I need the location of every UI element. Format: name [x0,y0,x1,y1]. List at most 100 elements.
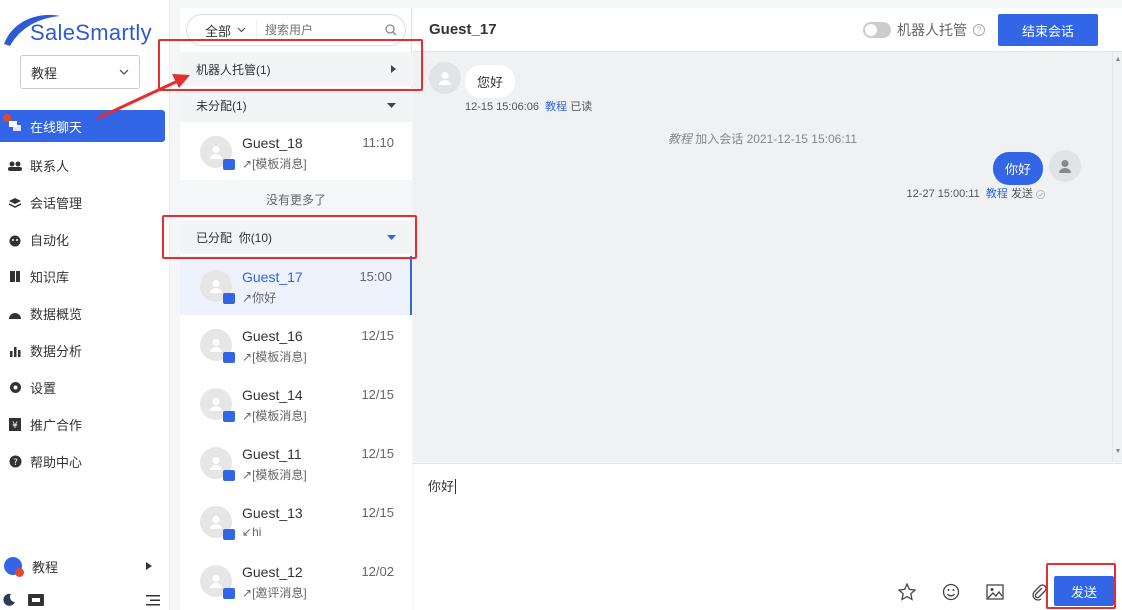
toggle-label: 机器人托管 [897,22,967,38]
nav-item-live-chat[interactable]: 在线聊天 [0,110,165,142]
nav-item-contacts[interactable]: 联系人 [0,147,170,184]
chat-channel-icon [223,352,235,363]
conversation-time: 12/02 [361,564,394,579]
direction-arrow-icon: ↗ [242,468,253,482]
end-session-button[interactable]: 结束会话 [998,14,1098,46]
conversation-preview: ↗[模板消息] [242,350,307,364]
nav-item-help[interactable]: ? 帮助中心 [0,443,170,480]
chat-header: Guest_17 机器人托管 ? 结束会话 [413,8,1122,52]
conversation-preview: ↙hi [242,525,262,539]
conversation-item[interactable]: Guest_13 12/15 ↙hi [180,492,412,551]
conversation-item[interactable]: Guest_14 12/15 ↗[模板消息] [180,374,412,433]
nav-item-session-mgmt[interactable]: 会话管理 [0,184,170,221]
scroll-up-icon[interactable]: ▲ [1114,56,1122,64]
svg-text:?: ? [13,458,18,468]
user-silhouette-icon [210,339,222,352]
filter-value: 全部 [205,23,232,39]
nav-item-knowledge[interactable]: 知识库 [0,258,170,295]
avatar [200,388,235,422]
user-silhouette-icon [439,72,451,85]
notification-dot [3,114,11,122]
bar-chart-icon [8,344,22,358]
avatar [200,270,235,304]
toggle-switch[interactable] [863,22,891,38]
outgoing-meta: 12-27 15:00:11 教程 发送 [907,185,1045,201]
search-input[interactable] [265,23,366,37]
conversation-preview: ↗[模板消息] [242,409,307,423]
logo[interactable]: SaleSmartly [2,10,167,50]
incoming-message: 您好 [465,65,516,98]
workspace-select[interactable]: 教程 [20,55,140,89]
scroll-down-icon[interactable]: ▼ [1114,448,1122,456]
nav-label: 在线聊天 [30,119,83,135]
workspace-value: 教程 [31,65,58,81]
chat-channel-icon [223,293,235,304]
star-icon[interactable] [897,582,917,602]
outgoing-message: 你好 [992,152,1043,185]
conversation-item[interactable]: Guest_11 12/15 ↗[模板消息] [180,433,412,492]
chevron-right-icon [146,562,152,570]
avatar [1049,150,1081,182]
chat-title: Guest_17 [429,21,497,38]
compose-area[interactable]: 你好 发送 [413,463,1122,610]
conversation-preview: ↗你好 [242,291,277,305]
nav-label: 自动化 [30,233,70,248]
bottom-toolbar [0,590,170,610]
svg-text:¥: ¥ [12,421,18,431]
nav-label: 会话管理 [30,196,83,211]
direction-arrow-icon: ↙ [242,525,253,539]
annotation-box-assigned-group [162,215,417,259]
nav-item-settings[interactable]: 设置 [0,369,170,406]
conversation-preview: ↗[邀评消息] [242,586,307,600]
filter-select[interactable]: 全部 [195,20,258,40]
message-area: 您好 12-15 15:06:06 教程 已读 教程 加入会话 2021-12-… [413,52,1112,462]
conversation-item[interactable]: Guest_12 12/02 ↗[邀评消息] [180,551,412,610]
layers-icon [8,196,22,210]
nav-item-automation[interactable]: 自动化 [0,221,170,258]
avatar [200,447,235,481]
avatar [200,506,235,540]
language-icon[interactable] [28,594,44,606]
chevron-down-icon [119,69,129,75]
nav-item-referral[interactable]: ¥ 推广合作 [0,406,170,443]
user-silhouette-icon [210,575,222,588]
conversation-item[interactable]: Guest_17 15:00 ↗你好 [180,256,412,315]
conversation-item[interactable]: Guest_18 11:10 ↗[模板消息] [180,122,412,181]
current-user[interactable]: 教程 [0,552,170,580]
conversation-preview: ↗[模板消息] [242,157,307,171]
message-input[interactable]: 你好 [428,476,457,495]
emoji-icon[interactable] [941,582,961,602]
group-unassigned[interactable]: 未分配(1) [180,88,412,122]
chat-channel-icon [223,470,235,481]
user-name: 教程 [32,559,59,575]
direction-arrow-icon: ↗ [242,586,253,600]
user-silhouette-icon [210,457,222,470]
scrollbar[interactable]: ▲ ▼ [1112,52,1122,462]
conversation-time: 12/15 [361,387,394,402]
robot-managed-toggle[interactable]: 机器人托管 ? [863,20,985,40]
question-icon[interactable]: ? [973,24,985,36]
user-silhouette-icon [210,516,222,529]
nav-label: 推广合作 [30,418,83,433]
robot-icon [8,233,22,247]
direction-arrow-icon: ↗ [242,291,253,305]
conversation-time: 12/15 [361,505,394,520]
chat-channel-icon [223,159,235,170]
annotation-box-robot-group [158,39,423,91]
conversation-name: Guest_16 [242,328,303,344]
moon-icon[interactable] [2,593,16,607]
yen-icon: ¥ [8,418,22,432]
direction-arrow-icon: ↗ [242,409,253,423]
chat-panel: Guest_17 机器人托管 ? 结束会话 您好 12-15 15:06:06 … [413,8,1122,610]
conversation-name: Guest_13 [242,505,303,521]
nav-label: 设置 [30,381,57,396]
nav-item-data-overview[interactable]: 数据概览 [0,295,170,332]
nav-label: 数据分析 [30,344,83,359]
search-icon[interactable] [385,24,397,36]
conversation-item[interactable]: Guest_16 12/15 ↗[模板消息] [180,315,412,374]
image-icon[interactable] [985,582,1005,602]
conversation-name: Guest_17 [242,269,303,285]
nav-item-data-analysis[interactable]: 数据分析 [0,332,170,369]
menu-collapse-icon[interactable] [146,594,160,606]
user-silhouette-icon [210,146,222,159]
